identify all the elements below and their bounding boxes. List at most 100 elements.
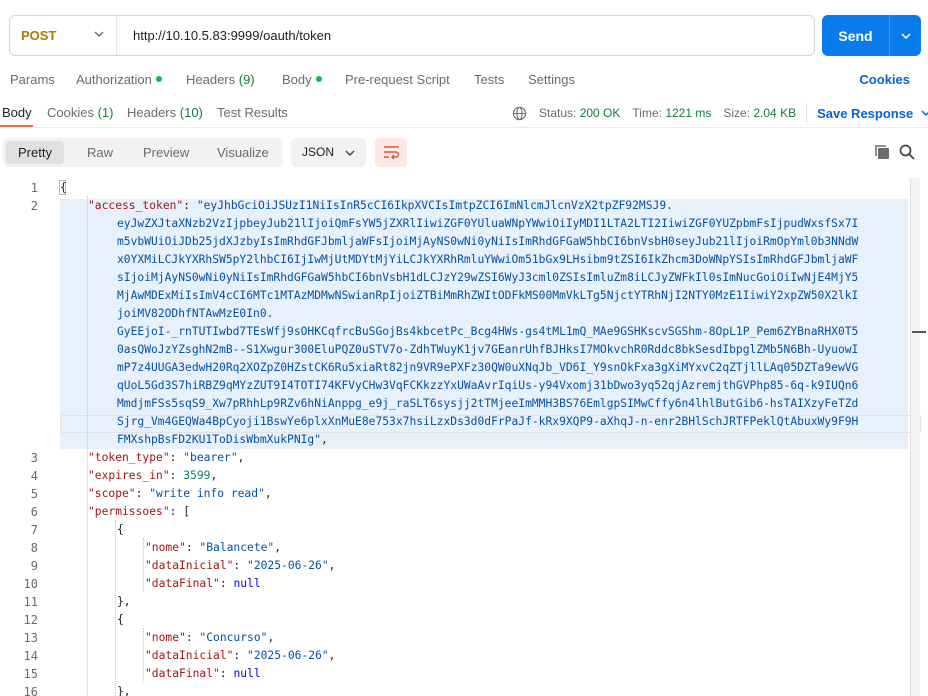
code-token: },: [117, 595, 131, 608]
send-options-button[interactable]: [889, 15, 921, 56]
request-tabs: Params Authorization Headers (9) Body Pr…: [0, 70, 928, 90]
code-token: ,: [321, 433, 328, 446]
code-line: {: [117, 611, 124, 629]
view-mode-raw[interactable]: Raw: [75, 141, 125, 164]
tab-label: Headers: [186, 72, 236, 87]
size-value[interactable]: 2.04 KB: [753, 106, 796, 120]
copy-icon[interactable]: [873, 143, 891, 161]
cookies-link[interactable]: Cookies: [859, 70, 910, 90]
code-token: "dataFinal": [145, 577, 220, 590]
indent-guide: [143, 538, 144, 592]
tab-label: Cookies: [47, 105, 94, 120]
code-line: },: [117, 683, 131, 696]
code-token: MmdjmFSs5sqS9_Xw7pRhhLp9RZv6hNiAnppg_e9j…: [117, 397, 859, 410]
line-number: 8: [30, 541, 38, 555]
code-token: "dataFinal": [145, 667, 220, 680]
code-token: :: [185, 631, 200, 644]
tab-tests[interactable]: Tests: [474, 70, 504, 90]
code-token: {: [117, 523, 124, 536]
tab-settings[interactable]: Settings: [528, 70, 575, 90]
http-method-select[interactable]: POST: [10, 16, 117, 55]
response-tab-body[interactable]: Body: [2, 103, 32, 123]
code-token: "dataInicial": [145, 559, 234, 572]
code-line: Sjrg_Vm4GEQWa4BpCyoji1BswYe6plxXnMuE8e75…: [117, 413, 858, 431]
url-input[interactable]: http://10.10.5.83:9999/oauth/token: [117, 28, 331, 43]
code-line: {: [117, 521, 124, 539]
search-icon[interactable]: [898, 143, 916, 161]
code-token: },: [117, 685, 131, 696]
line-number: 3: [30, 451, 38, 465]
status-label: Status:: [539, 106, 577, 120]
code-line: "dataInicial": "2025-06-26",: [145, 557, 335, 575]
code-token: :: [219, 577, 234, 590]
code-token: {: [117, 613, 124, 626]
code-token: m5vbWUiOiJDb25jdXJzbyIsImRhdGFJbmljaWFsI…: [117, 235, 859, 248]
code-token: FMXshpBsFD2KU1ToDisWbmXukPNIg": [117, 433, 322, 446]
tab-label: Headers: [127, 105, 177, 120]
format-select[interactable]: JSON: [291, 138, 366, 167]
save-response-button[interactable]: Save Response: [817, 106, 928, 121]
code-token: x0YXMiLCJkYXRhSW5pY2lhbCI6IjIwMjUtMDYtMj…: [117, 253, 859, 266]
code-token: joiMV82ODhfNTAwMzE0In0.: [117, 307, 274, 320]
code-line: "dataFinal": null: [145, 665, 261, 683]
tab-label: Test Results: [217, 105, 288, 120]
code-token: ,: [328, 649, 336, 662]
code-line: "expires_in": 3599,: [88, 467, 217, 485]
tab-label: Tests: [474, 72, 505, 87]
code-token: ,: [328, 559, 336, 572]
line-number: 16: [23, 685, 38, 696]
tab-label: Pre-request Script: [345, 72, 450, 87]
code-token: :: [185, 541, 200, 554]
code-token: :: [233, 559, 248, 572]
time-value[interactable]: 1221 ms: [665, 106, 711, 120]
tab-body[interactable]: Body: [282, 70, 322, 90]
code-token: "Balancete": [199, 541, 275, 554]
code-line: sIjoiMjAyNS0wNi0yNiIsImRhdGFGaW5hbCI6bnV…: [117, 269, 858, 287]
chevron-down-icon: [900, 32, 911, 39]
tab-count: (1): [97, 105, 114, 120]
response-tab-headers[interactable]: Headers (10): [127, 103, 203, 123]
view-mode-pretty[interactable]: Pretty: [6, 141, 64, 164]
code-token: "2025-06-26": [247, 559, 329, 572]
indent-guide: [115, 520, 116, 696]
line-number: 11: [23, 595, 38, 609]
tab-params[interactable]: Params: [10, 70, 55, 90]
line-number: 6: [30, 505, 38, 519]
response-tab-cookies[interactable]: Cookies (1): [47, 103, 113, 123]
code-line: GyEEjoI-_rnTUTIwbd7TEsWfj9sOHKCqfrcBuSGo…: [117, 323, 858, 341]
wrap-lines-button[interactable]: [375, 138, 407, 167]
tab-headers[interactable]: Headers (9): [186, 70, 255, 90]
code-line: MmdjmFSs5sqS9_Xw7pRhhLp9RZv6hNiAnppg_e9j…: [117, 395, 858, 413]
code-line: "dataFinal": null: [145, 575, 261, 593]
code-token: "scope": [88, 487, 136, 500]
code-token: :: [135, 487, 150, 500]
status-value[interactable]: 200 OK: [580, 106, 621, 120]
tab-pre-request-script[interactable]: Pre-request Script: [345, 70, 450, 90]
view-mode-switcher: Pretty Raw Preview Visualize: [3, 138, 283, 167]
code-token: "2025-06-26": [247, 649, 329, 662]
code-token: :: [233, 649, 248, 662]
tab-authorization[interactable]: Authorization: [76, 70, 162, 90]
format-label: JSON: [302, 145, 335, 159]
response-tab-test-results[interactable]: Test Results: [217, 103, 288, 123]
tab-count: (9): [238, 72, 255, 87]
code-token: sIjoiMjAyNS0wNi0yNiIsImRhdGFGaW5hbCI6bnV…: [117, 271, 859, 284]
tab-label: Body: [2, 105, 32, 120]
scrollbar-thumb[interactable]: [910, 178, 920, 696]
code-token: :: [219, 667, 234, 680]
save-response-label: Save Response: [817, 105, 914, 121]
code-token: "eyJhbGciOiJSUzI1NiIsInR5cCI6IkpXVCIsImt…: [196, 199, 673, 212]
line-number: 9: [30, 559, 38, 573]
send-button[interactable]: Send: [822, 15, 889, 56]
code-token: :: [183, 199, 197, 212]
globe-icon[interactable]: [512, 106, 527, 121]
view-mode-visualize[interactable]: Visualize: [205, 141, 281, 164]
size-label: Size:: [723, 106, 751, 120]
view-mode-preview[interactable]: Preview: [131, 141, 201, 164]
code-line: "dataInicial": "2025-06-26",: [145, 647, 335, 665]
indent-guide: [87, 196, 88, 696]
code-line: {: [60, 179, 67, 197]
wrap-lines-icon: [383, 146, 399, 160]
response-body-editor[interactable]: 1 2 3 4 5 6 7 8 9 10 11 12 13 14 15 16 {"access_token":…: [0, 178, 928, 696]
code-line: "access_token": "eyJhbGciOiJSUzI1NiIsInR…: [88, 197, 673, 215]
